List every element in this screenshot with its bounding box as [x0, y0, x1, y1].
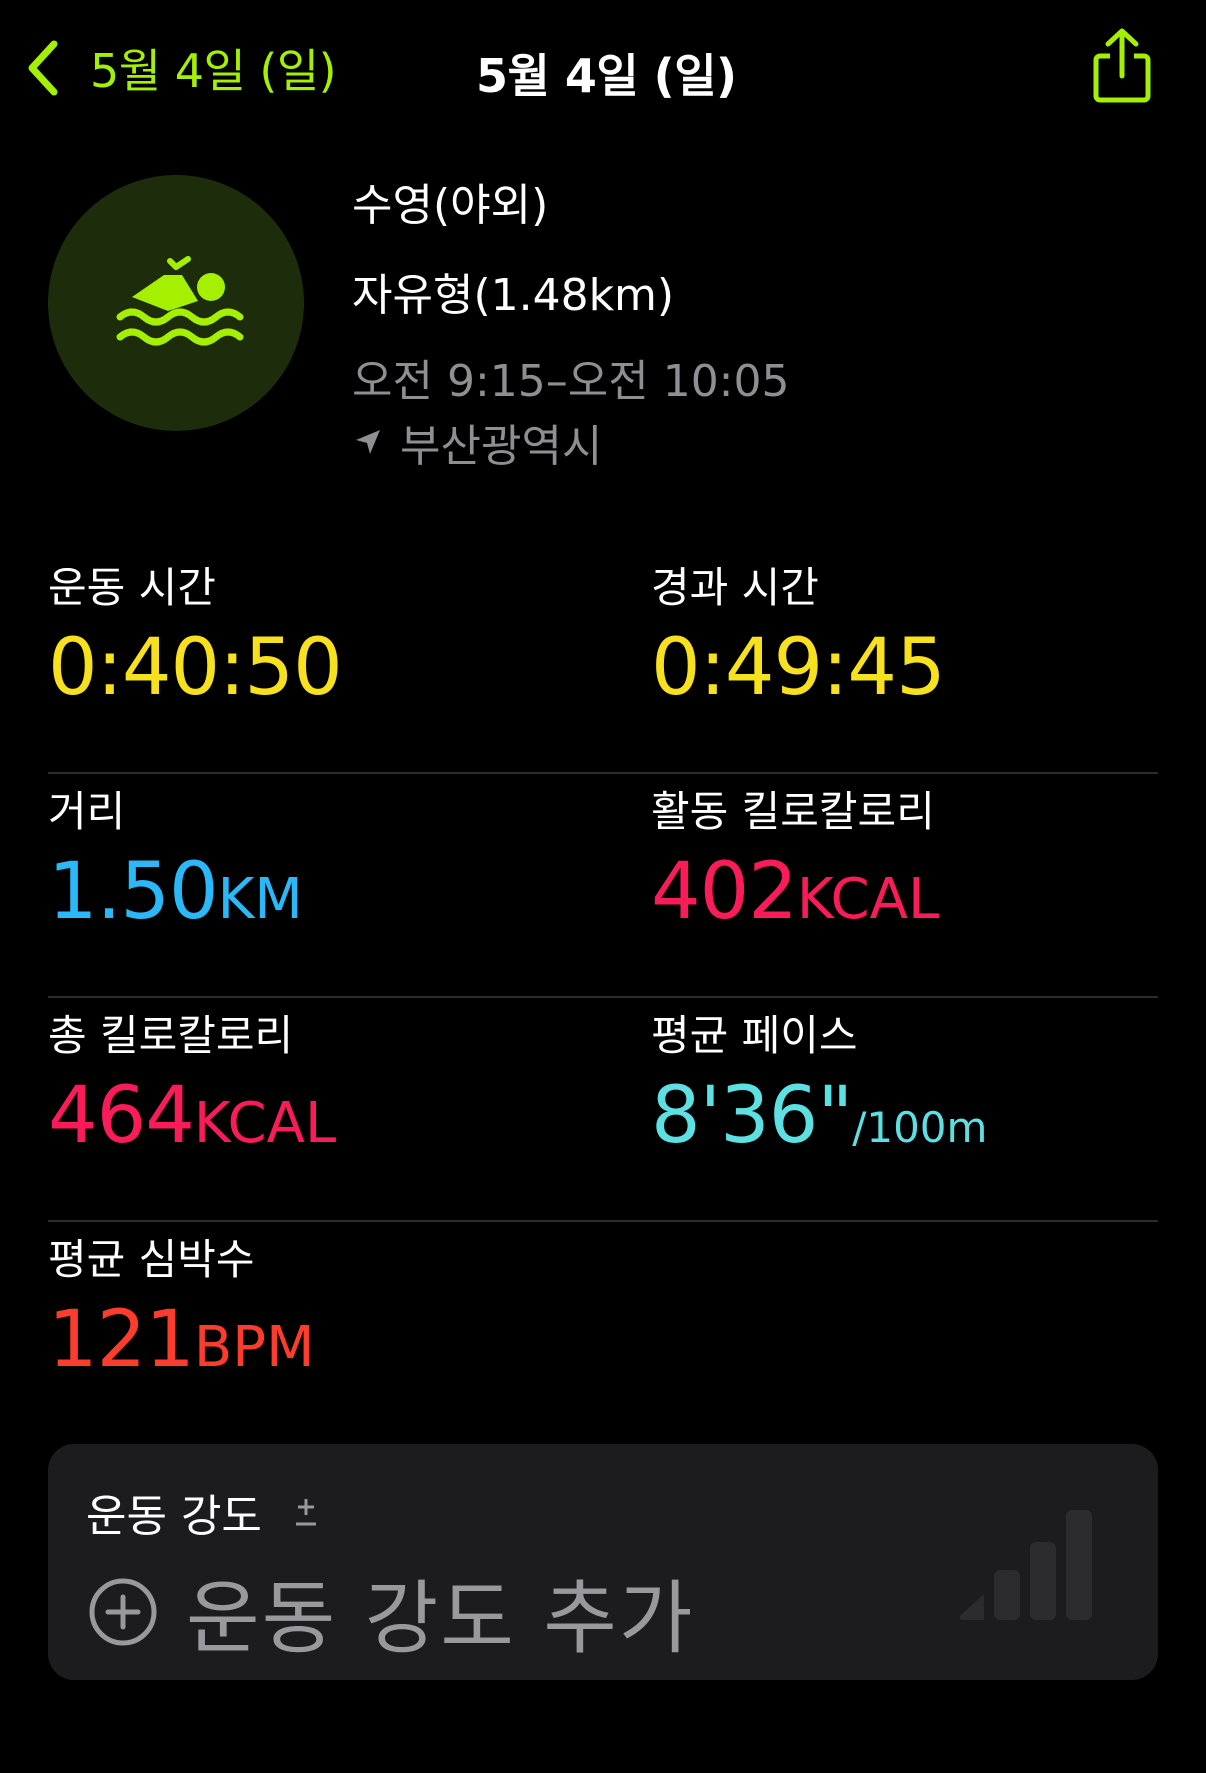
metric-unit: BPM [193, 1315, 315, 1380]
navigation-bar: 5월 4일 (일) 5월 4일 (일) [0, 0, 1206, 140]
metric-label: 평균 페이스 [651, 1011, 858, 1060]
metric-unit: /100m [852, 1103, 988, 1152]
metric-value: 0:49:45 [651, 623, 946, 713]
stroke-info: 자유형(1.48km) [352, 270, 675, 321]
metric-label: 운동 시간 [48, 563, 216, 612]
metric-row: 운동 시간 0:40:50 경과 시간 0:49:45 [48, 550, 1158, 774]
metric-value: 1.50 [48, 847, 219, 937]
workout-type-badge [48, 175, 304, 431]
metric-unit: KCAL [193, 1091, 337, 1156]
metric-value-line: 402KCAL [651, 842, 1158, 942]
plus-circle-icon [89, 1578, 157, 1646]
metrics-grid: 운동 시간 0:40:50 경과 시간 0:49:45 거리 1.50KM 활동… [48, 550, 1158, 1444]
metric-value: 402 [651, 847, 798, 937]
page-title: 5월 4일 (일) [476, 49, 737, 103]
metric-elapsed-time: 경과 시간 0:49:45 [651, 550, 1158, 772]
plus-minus-icon [295, 1499, 316, 1526]
metric-value-line: 464KCAL [48, 1066, 651, 1166]
add-effort-button[interactable]: 운동 강도 추가 [88, 1554, 694, 1670]
back-button[interactable]: 5월 4일 (일) [24, 36, 337, 100]
metric-workout-time: 운동 시간 0:40:50 [48, 550, 651, 772]
metric-value: 0:40:50 [48, 623, 343, 713]
back-button-label: 5월 4일 (일) [90, 44, 337, 98]
swimmer-icon [116, 256, 244, 346]
metric-label: 총 킬로칼로리 [48, 1011, 294, 1060]
metric-unit: KM [217, 867, 303, 932]
metric-value-line: 1.50KM [48, 842, 651, 942]
effort-level-icon [960, 1510, 1092, 1620]
location-row: 부산광역시 [352, 414, 790, 472]
metric-value: 121 [48, 1295, 195, 1385]
share-icon[interactable] [1090, 26, 1154, 106]
metric-value-line: 121BPM [48, 1290, 651, 1390]
metric-value: 464 [48, 1071, 195, 1161]
metric-distance: 거리 1.50KM [48, 774, 651, 996]
metric-label: 활동 킬로칼로리 [651, 787, 935, 836]
effort-title-row: 운동 강도 [86, 1480, 320, 1544]
metric-label: 거리 [48, 787, 126, 836]
metric-row: 거리 1.50KM 활동 킬로칼로리 402KCAL [48, 774, 1158, 998]
add-effort-label: 운동 강도 추가 [186, 1572, 695, 1665]
workout-summary: 수영(야외) 자유형(1.48km) 오전 9:15–오전 10:05 부산광역… [352, 174, 790, 472]
metric-avg-heart-rate: 평균 심박수 121BPM [48, 1222, 651, 1444]
metric-label: 경과 시간 [651, 563, 819, 612]
chevron-left-icon [28, 40, 58, 96]
metric-label: 평균 심박수 [48, 1235, 255, 1284]
metric-active-kcal: 활동 킬로칼로리 402KCAL [651, 774, 1158, 996]
metric-total-kcal: 총 킬로칼로리 464KCAL [48, 998, 651, 1220]
activity-name: 수영(야외) [352, 180, 549, 231]
location-arrow-icon [356, 430, 380, 454]
location-name: 부산광역시 [400, 421, 603, 472]
metric-value: 8'36" [651, 1071, 853, 1161]
effort-title: 운동 강도 [86, 1491, 262, 1542]
metric-unit: KCAL [796, 867, 940, 932]
effort-card[interactable]: 운동 강도 운동 강도 추가 [48, 1444, 1158, 1680]
time-range: 오전 9:15–오전 10:05 [352, 356, 790, 407]
metric-row: 총 킬로칼로리 464KCAL 평균 페이스 8'36"/100m [48, 998, 1158, 1222]
metric-avg-pace: 평균 페이스 8'36"/100m [651, 998, 1158, 1220]
metric-value-line: 8'36"/100m [651, 1066, 1158, 1166]
metric-row: 평균 심박수 121BPM [48, 1222, 1158, 1444]
